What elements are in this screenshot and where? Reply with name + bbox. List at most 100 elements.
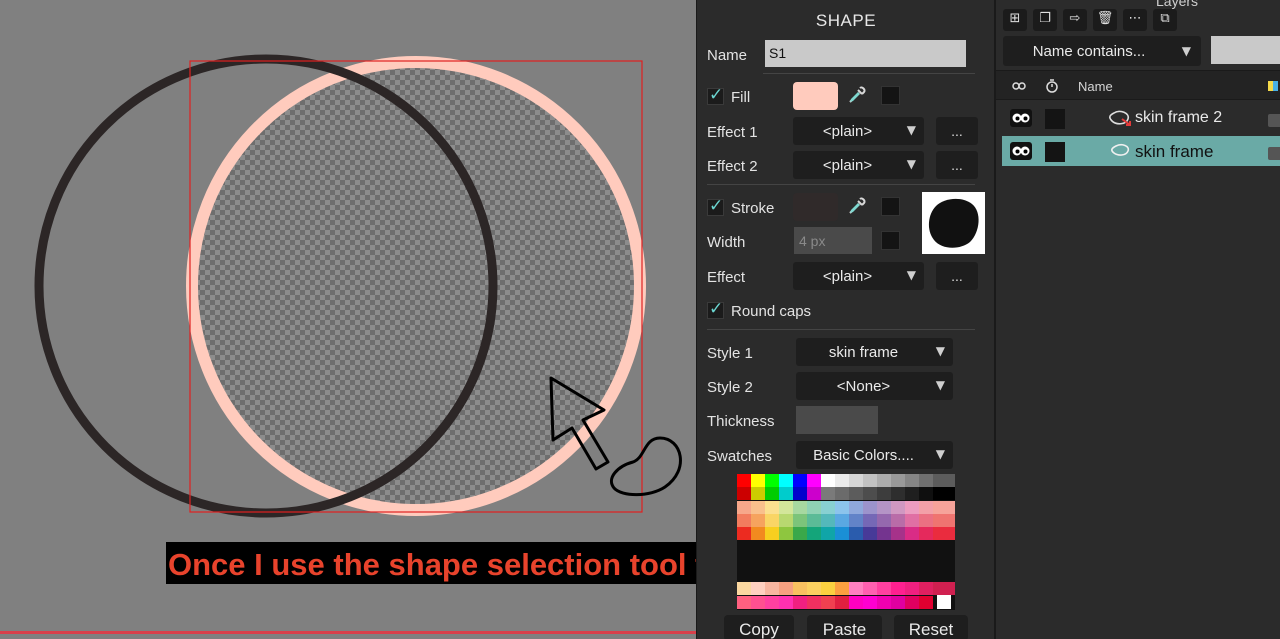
divider (707, 184, 975, 185)
stroke-eyedropper-icon[interactable] (846, 195, 868, 217)
effect-dropdown[interactable]: <plain> ▼ (793, 262, 924, 290)
chevron-down-icon: ▼ (935, 447, 945, 461)
chevron-down-icon: ▼ (906, 123, 916, 137)
divider (763, 73, 975, 74)
chevron-down-icon: ▼ (1181, 44, 1191, 58)
effect1-value: <plain> (822, 123, 873, 140)
swatch-row-1 (737, 474, 955, 487)
round-caps-checkbox[interactable] (707, 299, 724, 319)
timer-column-icon (1046, 79, 1058, 93)
style1-value: skin frame (828, 344, 899, 361)
layer-row[interactable]: skin frame 2 (1002, 103, 1280, 133)
layers-column-header: Name (996, 70, 1280, 100)
effect1-more-button[interactable]: ... (936, 117, 978, 145)
chevron-down-icon: ▼ (935, 344, 945, 358)
eye-icon[interactable] (1010, 142, 1032, 160)
swatch-row-4 (737, 514, 955, 527)
new-layer-icon[interactable]: ⊞ (1003, 9, 1027, 31)
color-column-icon (1268, 81, 1278, 91)
pink-circle-shape[interactable] (186, 56, 646, 516)
width-options-box[interactable] (881, 231, 900, 250)
stroke-checkbox[interactable] (707, 196, 724, 216)
swatches-dropdown[interactable]: Basic Colors.... ▼ (796, 441, 953, 469)
brush-blob-icon (928, 198, 979, 248)
swatches-label: Swatches (707, 448, 773, 465)
layer-row-selected[interactable]: skin frame (1002, 136, 1280, 166)
layer-color-tag[interactable] (1268, 114, 1280, 127)
brush-preview[interactable] (922, 192, 985, 254)
effect-label: Effect (707, 269, 746, 286)
swatch-row-7 (737, 595, 951, 609)
effect2-label: Effect 2 (707, 158, 758, 175)
duplicate-layer-icon[interactable]: ❐ (1033, 9, 1057, 31)
layer-name: skin frame 2 (1135, 109, 1223, 126)
effect-value: <plain> (822, 268, 873, 285)
chevron-down-icon: ▼ (906, 157, 916, 171)
canvas-artwork: Once I use the shape selection tool to s… (34, 54, 696, 584)
style1-dropdown[interactable]: skin frame ▼ (796, 338, 953, 366)
fill-options-box[interactable] (881, 86, 900, 105)
width-label: Width (707, 234, 746, 251)
paste-button[interactable]: Paste (807, 615, 882, 639)
shape-name-input[interactable]: S1 (765, 40, 966, 67)
swatches-value: Basic Colors.... (813, 447, 914, 464)
chevron-down-icon: ▼ (906, 268, 916, 282)
effect1-label: Effect 1 (707, 124, 758, 141)
drawing-canvas[interactable]: Once I use the shape selection tool to s… (0, 0, 696, 639)
thickness-label: Thickness (707, 413, 775, 430)
divider (707, 329, 975, 330)
stroke-color-swatch[interactable] (793, 193, 838, 221)
layers-panel-title: Layers (1156, 0, 1199, 9)
chevron-down-icon: ▼ (935, 378, 945, 392)
layer-name: skin frame (1135, 142, 1214, 161)
thickness-input[interactable] (796, 406, 878, 434)
eye-icon[interactable] (1010, 109, 1032, 127)
effect1-dropdown[interactable]: <plain> ▼ (793, 117, 924, 145)
swatch-row-5 (737, 527, 955, 540)
style2-dropdown[interactable]: <None> ▼ (796, 372, 953, 400)
lock-toggle[interactable] (1045, 142, 1065, 162)
lock-toggle[interactable] (1045, 109, 1065, 129)
layers-panel: Layers ⊞ ❐ ⇨ 🗑 ⋯ ⧉ Name contains... ▼ Na… (994, 0, 1280, 639)
more-options-icon[interactable]: ⋯ (1123, 9, 1147, 31)
canvas-bottom-border (0, 631, 696, 634)
name-label: Name (707, 47, 748, 64)
name-column-header: Name (1078, 79, 1113, 94)
caption-text: Once I use the shape selection tool to s… (168, 547, 696, 582)
export-layer-icon[interactable]: ⇨ (1063, 9, 1087, 31)
swatch-row-2 (737, 487, 955, 500)
copy-button[interactable]: Copy (724, 615, 794, 639)
shape-layer-icon (1111, 144, 1130, 156)
width-input[interactable]: 4 px (794, 227, 872, 254)
fill-label: Fill (731, 89, 751, 106)
stroke-label: Stroke (731, 200, 775, 217)
shape-selection-icon (609, 436, 682, 497)
fill-eyedropper-icon[interactable] (846, 84, 868, 106)
visibility-column-icon (1012, 82, 1026, 90)
name-filter-input[interactable] (1211, 36, 1280, 64)
shape-layer-icon (1109, 110, 1131, 126)
shape-panel: SHAPE Name S1 Fill Effect 1 <plain> ▼ ..… (696, 0, 994, 639)
reset-button[interactable]: Reset (894, 615, 968, 639)
shape-panel-title: SHAPE (815, 11, 877, 30)
style2-value: <None> (836, 378, 891, 395)
swatch-row-6 (737, 582, 955, 595)
swatch-grid (737, 474, 955, 609)
effect-more-button[interactable]: ... (936, 262, 978, 290)
swatch-row-3 (737, 501, 955, 514)
style1-label: Style 1 (707, 345, 753, 362)
stroke-options-box[interactable] (881, 197, 900, 216)
effect2-dropdown[interactable]: <plain> ▼ (793, 151, 924, 179)
name-filter-dropdown[interactable]: Name contains... ▼ (1003, 36, 1201, 66)
round-caps-label: Round caps (731, 303, 812, 320)
style2-label: Style 2 (707, 379, 753, 396)
effect2-value: <plain> (822, 157, 873, 174)
fill-checkbox[interactable] (707, 85, 724, 105)
swatch-palette[interactable] (737, 474, 955, 610)
name-filter-value: Name contains... (1032, 43, 1146, 60)
effect2-more-button[interactable]: ... (936, 151, 978, 179)
trash-icon[interactable]: 🗑 (1093, 9, 1117, 31)
copy-layer-icon[interactable]: ⧉ (1153, 9, 1177, 31)
layer-color-tag[interactable] (1268, 147, 1280, 160)
fill-color-swatch[interactable] (793, 82, 838, 110)
